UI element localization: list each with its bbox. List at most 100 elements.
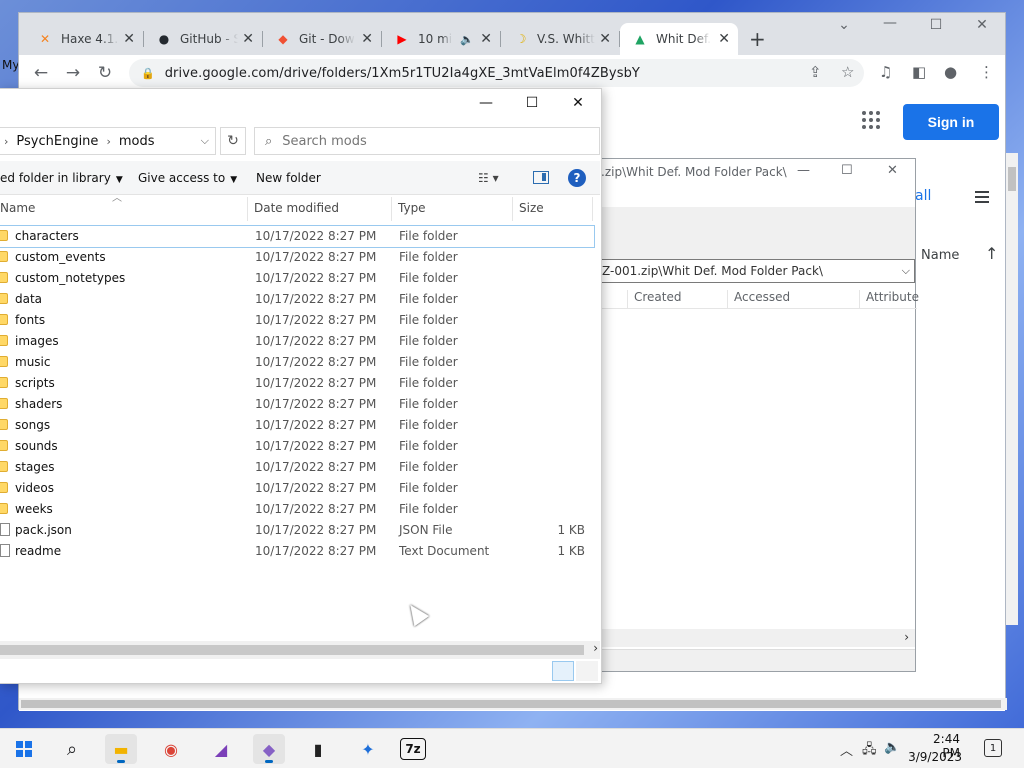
new-tab-button[interactable]: + <box>749 27 766 51</box>
file-row[interactable]: characters 10/17/2022 8:27 PM File folder <box>0 225 595 248</box>
tab-github[interactable]: ● GitHub - S ✕ <box>144 23 263 55</box>
maximize-button[interactable]: ☐ <box>913 17 959 33</box>
maximize-button[interactable]: ☐ <box>512 95 552 111</box>
file-row[interactable]: shaders 10/17/2022 8:27 PM File folder <box>0 394 594 415</box>
col-date-modified[interactable]: Date modified <box>248 197 392 221</box>
media-control-icon[interactable]: ♫ <box>879 63 892 81</box>
details-view-icon[interactable] <box>552 661 574 681</box>
include-in-library-button[interactable]: ed folder in library ▼ <box>0 171 123 185</box>
tab-haxe[interactable]: ✕ Haxe 4.1.5 ✕ <box>25 23 144 55</box>
vs-installer-icon[interactable]: ◆ <box>253 734 285 764</box>
terminal-icon[interactable]: ▮ <box>302 734 334 764</box>
7zip-close-button[interactable]: ✕ <box>887 163 898 178</box>
chevron-up-icon[interactable]: ︿ <box>840 740 853 759</box>
large-icons-view-icon[interactable] <box>576 661 598 681</box>
file-explorer-icon[interactable]: ▬ <box>105 734 137 764</box>
clock-date[interactable]: 3/9/2023 <box>900 750 962 764</box>
tab-whit-def[interactable]: ▲ Whit Def. ✕ <box>620 23 738 55</box>
file-row[interactable]: stages 10/17/2022 8:27 PM File folder <box>0 457 594 478</box>
file-row[interactable]: weeks 10/17/2022 8:27 PM File folder <box>0 499 594 520</box>
notification-center-icon[interactable]: 1 <box>984 739 1002 757</box>
start-button[interactable] <box>8 734 40 764</box>
file-row[interactable]: readme 10/17/2022 8:27 PM Text Document 1 K… <box>0 541 594 562</box>
7zip-path-field[interactable]: Z-001.zip\Whit Def. Mod Folder Pack\ ⌵ <box>595 259 915 283</box>
forward-button[interactable]: → <box>61 61 85 85</box>
file-row[interactable]: scripts 10/17/2022 8:27 PM File folder <box>0 373 594 394</box>
col-name[interactable]: Name <box>0 197 248 221</box>
breadcrumb-psychengine[interactable]: PsychEngine <box>16 134 98 149</box>
7zip-col-created[interactable]: Created <box>627 290 727 308</box>
col-size[interactable]: Size <box>513 197 593 221</box>
explorer-hscrollbar[interactable]: › <box>0 641 600 659</box>
back-button[interactable]: ← <box>29 61 53 85</box>
share-icon[interactable]: ⇪ <box>809 63 822 81</box>
file-row[interactable]: custom_notetypes 10/17/2022 8:27 PM File f… <box>0 268 594 289</box>
tab-git[interactable]: ◆ Git - Dow ✕ <box>263 23 382 55</box>
tab-youtube[interactable]: ▶ 10 mi 🔈 ✕ <box>382 23 501 55</box>
address-bar[interactable]: 🔒 drive.google.com/drive/folders/1Xm5r1T… <box>129 59 864 87</box>
close-window-button[interactable]: ✕ <box>959 17 1005 33</box>
7zip-hscrollbar[interactable]: › <box>591 629 915 647</box>
help-icon[interactable]: ? <box>568 169 586 187</box>
reload-button[interactable]: ↻ <box>93 61 117 85</box>
close-icon[interactable]: ✕ <box>123 31 135 47</box>
menu-kebab-icon[interactable]: ⋮ <box>979 63 994 81</box>
view-options-icon[interactable]: ☷ ▾ <box>478 171 499 185</box>
breadcrumb-mods[interactable]: mods <box>119 134 155 149</box>
new-folder-button[interactable]: New folder <box>256 171 321 185</box>
chevron-down-icon[interactable]: ⌵ <box>902 260 910 282</box>
close-icon[interactable]: ✕ <box>599 31 611 47</box>
close-window-button[interactable]: ✕ <box>558 95 598 111</box>
7zip-col-attributes[interactable]: Attribute <box>859 290 919 308</box>
haxe-ide-icon[interactable]: ✦ <box>352 734 384 764</box>
file-row[interactable]: sounds 10/17/2022 8:27 PM File folder <box>0 436 594 457</box>
drive-link-text[interactable]: all <box>915 188 931 204</box>
drive-name-column[interactable]: Name <box>921 248 959 263</box>
scroll-thumb[interactable] <box>0 645 584 655</box>
file-row[interactable]: custom_events 10/17/2022 8:27 PM File fold… <box>0 247 594 268</box>
chrome-icon[interactable]: ◉ <box>155 734 187 764</box>
7zip-minimize-button[interactable]: — <box>797 163 810 178</box>
search-icon[interactable]: ⌕ <box>56 734 88 764</box>
minimize-button[interactable]: — <box>466 95 506 111</box>
volume-icon[interactable]: 🔈 <box>884 740 900 755</box>
network-icon[interactable]: 🖧 <box>862 740 877 762</box>
search-input[interactable] <box>282 133 563 149</box>
refresh-button[interactable]: ↻ <box>220 127 246 155</box>
side-panel-icon[interactable]: ◧ <box>912 63 926 81</box>
file-row[interactable]: images 10/17/2022 8:27 PM File folder <box>0 331 594 352</box>
close-icon[interactable]: ✕ <box>718 31 730 47</box>
google-apps-icon[interactable] <box>862 111 880 129</box>
visual-studio-icon[interactable]: ◢ <box>205 734 237 764</box>
give-access-button[interactable]: Give access to ▼ <box>138 171 237 185</box>
7zip-maximize-button[interactable]: ☐ <box>841 163 853 178</box>
file-row[interactable]: videos 10/17/2022 8:27 PM File folder <box>0 478 594 499</box>
close-icon[interactable]: ✕ <box>480 31 492 47</box>
7zip-col-accessed[interactable]: Accessed <box>727 290 827 308</box>
minimize-button[interactable]: — <box>867 15 913 31</box>
page-hscrollbar[interactable] <box>19 698 1007 710</box>
chevron-right-icon[interactable]: › <box>593 641 598 655</box>
search-box[interactable]: ⌕ <box>254 127 600 155</box>
sort-arrow-icon[interactable]: ↑ <box>985 244 998 263</box>
sign-in-button[interactable]: Sign in <box>903 104 999 140</box>
file-row[interactable]: songs 10/17/2022 8:27 PM File folder <box>0 415 594 436</box>
tab-vs-whitty[interactable]: ☽ V.S. Whitt ✕ <box>501 23 620 55</box>
7zip-icon[interactable]: 7z <box>400 738 426 760</box>
chevron-down-icon[interactable]: ⌵ <box>201 134 209 148</box>
bookmark-star-icon[interactable]: ☆ <box>841 63 854 81</box>
close-icon[interactable]: ✕ <box>361 31 373 47</box>
preview-pane-icon[interactable] <box>533 171 549 184</box>
list-view-icon[interactable] <box>975 191 989 203</box>
file-row[interactable]: fonts 10/17/2022 8:27 PM File folder <box>0 310 594 331</box>
file-row[interactable]: data 10/17/2022 8:27 PM File folder <box>0 289 594 310</box>
tab-search-icon[interactable]: ⌄ <box>821 17 867 33</box>
col-type[interactable]: Type <box>392 197 513 221</box>
close-icon[interactable]: ✕ <box>242 31 254 47</box>
file-row[interactable]: music 10/17/2022 8:27 PM File folder <box>0 352 594 373</box>
speaker-icon[interactable]: 🔈 <box>460 33 474 46</box>
chevron-right-icon[interactable]: › <box>904 630 909 644</box>
page-scrollbar[interactable] <box>1006 153 1018 625</box>
explorer-address-bar[interactable]: › PsychEngine › mods ⌵ <box>0 127 216 155</box>
file-row[interactable]: pack.json 10/17/2022 8:27 PM JSON File 1 KB <box>0 520 594 541</box>
